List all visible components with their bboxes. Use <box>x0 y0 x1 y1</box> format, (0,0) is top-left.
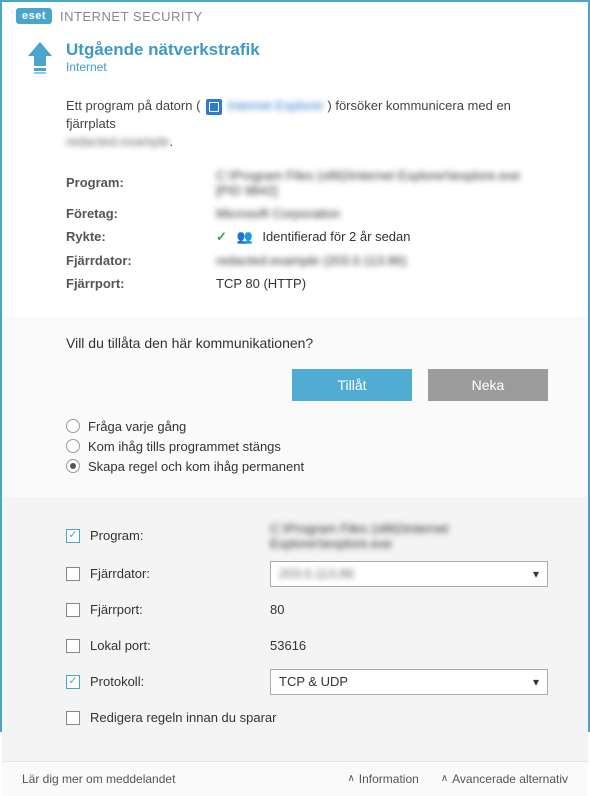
radio-icon <box>66 439 80 453</box>
dialog-header: Utgående nätverkstrafik Internet <box>2 30 588 97</box>
question-text: Vill du tillåta den här kommunikationen? <box>66 335 548 351</box>
select-value: 203.0.113.86 <box>279 566 354 581</box>
radio-label: Kom ihåg tills programmet stängs <box>88 439 281 454</box>
dialog-subtitle: Internet <box>66 60 260 74</box>
learn-more-link[interactable]: Lär dig mer om meddelandet <box>22 772 175 786</box>
rule-label-remoteport: Fjärrport: <box>90 602 270 617</box>
select-protocol[interactable]: TCP & UDP ▾ <box>270 669 548 695</box>
checkbox-localport[interactable] <box>66 639 80 653</box>
chevron-down-icon: ▾ <box>533 675 539 689</box>
radio-ask-every-time[interactable]: Fråga varje gång <box>66 419 548 434</box>
radio-create-rule[interactable]: Skapa regel och kom ihåg permanent <box>66 459 548 474</box>
app-icon <box>206 99 222 115</box>
intro-sub: redacted.example <box>66 134 169 149</box>
chevron-down-icon: ▾ <box>533 567 539 581</box>
checkbox-remotehost[interactable] <box>66 567 80 581</box>
label-program: Program: <box>66 175 216 190</box>
rule-label-protocol: Protokoll: <box>90 674 270 689</box>
radio-icon <box>66 419 80 433</box>
radio-remember-session[interactable]: Kom ihåg tills programmet stängs <box>66 439 548 454</box>
radio-label: Fråga varje gång <box>88 419 186 434</box>
outbound-arrow-icon <box>26 40 54 79</box>
decision-panel: Vill du tillåta den här kommunikationen?… <box>2 317 588 497</box>
value-reputation: ✓ 👥 Identifierad för 2 år sedan <box>216 229 548 245</box>
intro-text: Ett program på datorn ( Internet Explore… <box>66 97 548 152</box>
checkbox-protocol[interactable] <box>66 675 80 689</box>
footer: Lär dig mer om meddelandet ∧ Information… <box>2 761 588 796</box>
rule-value-remoteport: 80 <box>270 602 548 617</box>
brand-badge: eset <box>16 8 52 24</box>
checkbox-remoteport[interactable] <box>66 603 80 617</box>
value-program: C:\Program Files (x86)\Internet Explorer… <box>216 168 548 198</box>
select-remotehost[interactable]: 203.0.113.86 ▾ <box>270 561 548 587</box>
checkbox-program[interactable] <box>66 529 80 543</box>
reputation-text: Identifierad för 2 år sedan <box>262 229 410 244</box>
checkbox-edit-before-save[interactable] <box>66 711 80 725</box>
allow-button[interactable]: Tillåt <box>292 369 412 401</box>
radio-label: Skapa regel och kom ihåg permanent <box>88 459 304 474</box>
value-company: Microsoft Corporation <box>216 206 548 221</box>
label-remotehost: Fjärrdator: <box>66 253 216 268</box>
users-icon: 👥 <box>237 229 253 244</box>
label-remoteport: Fjärrport: <box>66 276 216 291</box>
label-company: Företag: <box>66 206 216 221</box>
rule-label-edit: Redigera regeln innan du sparar <box>90 710 276 725</box>
toggle-advanced[interactable]: ∧ Avancerade alternativ <box>441 772 568 786</box>
select-value: TCP & UDP <box>279 674 348 689</box>
deny-button[interactable]: Neka <box>428 369 548 401</box>
value-remoteport: TCP 80 (HTTP) <box>216 276 548 291</box>
chevron-up-icon: ∧ <box>441 773 448 784</box>
value-remotehost: redacted.example (203.0.113.86) <box>216 253 548 268</box>
label-reputation: Rykte: <box>66 229 216 244</box>
product-name: INTERNET SECURITY <box>60 9 203 24</box>
intro-pre: Ett program på datorn ( <box>66 98 200 113</box>
intro-appname: Internet Explorer <box>228 98 324 113</box>
rule-label-remotehost: Fjärrdator: <box>90 566 270 581</box>
check-icon: ✓ <box>216 229 227 244</box>
advanced-text: Avancerade alternativ <box>452 772 568 786</box>
info-text: Information <box>359 772 419 786</box>
rule-panel: Program: C:\Program Files (x86)\Internet… <box>2 497 588 761</box>
titlebar: eset INTERNET SECURITY <box>2 2 588 30</box>
chevron-up-icon: ∧ <box>347 773 354 784</box>
dialog-title: Utgående nätverkstrafik <box>66 40 260 60</box>
rule-value-program: C:\Program Files (x86)\Internet Explorer… <box>270 521 548 551</box>
learn-more-text: Lär dig mer om meddelandet <box>22 772 175 786</box>
rule-label-localport: Lokal port: <box>90 638 270 653</box>
rule-value-localport: 53616 <box>270 638 548 653</box>
radio-icon <box>66 459 80 473</box>
details-section: Ett program på datorn ( Internet Explore… <box>2 97 588 317</box>
toggle-information[interactable]: ∧ Information <box>347 772 418 786</box>
rule-label-program: Program: <box>90 528 270 543</box>
